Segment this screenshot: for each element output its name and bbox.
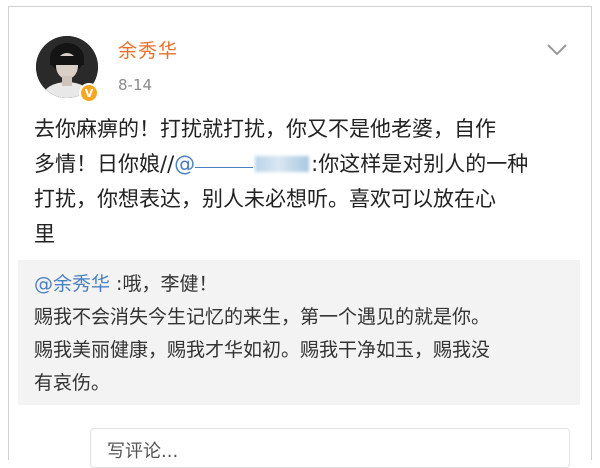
reposted-content[interactable]: @余秀华 :哦，李健！ 赐我不会消失今生记忆的来生，第一个遇见的就是你。 赐我美… [18, 260, 580, 405]
post-content: 去你麻痹的！打扰就打扰，你又不是他老婆，自作 多情！日你娘//@ :你这样是对别人… [34, 112, 574, 252]
post-text-line: 里 [34, 222, 55, 246]
post-username[interactable]: 余秀华 [118, 36, 178, 63]
verified-badge-icon: V [79, 83, 99, 103]
repost-line: @余秀华 :哦，李健！ [34, 268, 574, 301]
chevron-down-icon[interactable] [545, 42, 569, 58]
post-text-segment: :你这样是对别人的一种 [311, 152, 529, 176]
repost-text: @余秀华 :哦，李健！ 赐我不会消失今生记忆的来生，第一个遇见的就是你。 赐我美… [34, 268, 574, 400]
post-text-line: 多情！日你娘//@ :你这样是对别人的一种 [34, 147, 574, 182]
mention-symbol: @ [174, 152, 196, 176]
mention-underline [195, 167, 254, 168]
comment-input[interactable]: 写评论... [90, 428, 570, 468]
repost-text-segment: :哦，李健！ [110, 273, 218, 295]
repost-line: 有哀伤。 [34, 372, 111, 394]
repost-line: 赐我美丽健康，赐我才华如初。赐我干净如玉，赐我没 [34, 339, 491, 361]
post-text-line: 去你麻痹的！打扰就打扰，你又不是他老婆，自作 [34, 117, 496, 141]
repost-line: 赐我不会消失今生记忆的来生，第一个遇见的就是你。 [34, 306, 491, 328]
repost-author-link[interactable]: @余秀华 [34, 273, 110, 295]
post-text-line: 打扰，你想表达，别人未必想听。喜欢可以放在心 [34, 187, 496, 211]
post-text-segment: 多情！日你娘// [34, 152, 175, 176]
blurred-username [255, 156, 310, 172]
post-timestamp: 8-14 [118, 76, 153, 94]
repost-mention-link[interactable]: @ [174, 152, 311, 176]
comment-placeholder: 写评论... [107, 441, 179, 462]
